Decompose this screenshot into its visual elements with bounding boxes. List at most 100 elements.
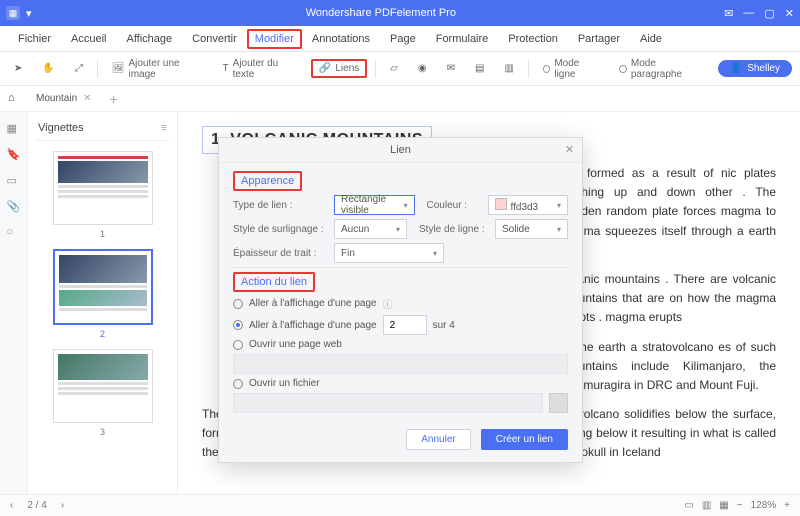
radio-goto-page[interactable] (233, 320, 243, 330)
mode-line-label: Mode ligne (554, 58, 599, 80)
add-text-label: Ajouter du texte (233, 58, 297, 80)
separator (375, 60, 376, 78)
pan-tool-icon[interactable]: ✋ (36, 60, 60, 77)
doc-paragraph: of the earth a stratovolcano es of such … (562, 338, 776, 396)
toolbar: ➤ ✋ ⤢ 🖼Ajouter une image T Ajouter du tex… (0, 52, 800, 86)
dialog-title: Lien (390, 144, 411, 156)
background-icon[interactable]: ✉ (441, 60, 461, 77)
page-thumbnail[interactable] (53, 151, 153, 225)
label-color: Couleur : (427, 200, 482, 211)
info-icon[interactable]: ⓘ (383, 296, 393, 311)
menu-formulaire[interactable]: Formulaire (426, 29, 499, 49)
link-type-select[interactable]: Rectangle visible▾ (334, 195, 415, 215)
radio-goto-view[interactable] (233, 299, 243, 309)
notif-icon[interactable]: ✉ (724, 7, 733, 20)
bookmarks-icon[interactable]: 🔖 (7, 148, 21, 162)
maximize-icon[interactable]: ▢ (764, 7, 774, 20)
menu-fichier[interactable]: Fichier (8, 29, 61, 49)
thumb-number: 2 (36, 329, 169, 339)
attachments-icon[interactable]: 📎 (7, 200, 21, 214)
label-line-style: Style de ligne : (419, 224, 489, 235)
home-icon[interactable]: ⌂ (8, 92, 22, 106)
color-value: ffd3d3 (511, 202, 539, 213)
tab-close-icon[interactable]: ✕ (83, 93, 91, 104)
label-link-type: Type de lien : (233, 200, 328, 211)
user-pill[interactable]: 👤Shelley (718, 60, 792, 77)
menu-partager[interactable]: Partager (568, 29, 630, 49)
search-panel-icon[interactable]: ○ (7, 226, 21, 240)
zoom-in-icon[interactable]: + (784, 500, 790, 511)
comments-icon[interactable]: ▭ (7, 174, 21, 188)
cancel-button[interactable]: Annuler (406, 429, 470, 450)
thumb-number: 1 (36, 229, 169, 239)
thumb-number: 3 (36, 427, 169, 437)
chevron-down-icon: ▾ (557, 225, 561, 234)
page-thumbnail[interactable] (53, 249, 153, 325)
web-url-input[interactable] (233, 354, 568, 374)
watermark-icon[interactable]: ◉ (412, 60, 433, 77)
app-title: Wondershare PDFelement Pro (38, 7, 725, 19)
browse-file-button[interactable] (549, 393, 568, 413)
crop-icon[interactable]: ▱ (384, 60, 404, 77)
mode-para-label: Mode paragraphe (631, 58, 704, 80)
viewmode-icon[interactable]: ▦ (719, 500, 728, 511)
line-style-select[interactable]: Solide ▾ (495, 219, 568, 239)
menu-affichage[interactable]: Affichage (116, 29, 182, 49)
mode-para-toggle[interactable]: Mode paragraphe (613, 55, 709, 83)
highlight-select[interactable]: Aucun▾ (334, 219, 407, 239)
footer-icon[interactable]: ▥ (498, 60, 519, 77)
thickness-select[interactable]: Fin▾ (334, 243, 444, 263)
menu-protection[interactable]: Protection (498, 29, 568, 49)
page-prev-icon[interactable]: ‹ (10, 500, 13, 511)
new-tab-button[interactable]: + (106, 91, 122, 107)
page-next-icon[interactable]: › (61, 500, 64, 511)
thumbnails-panel: Vignettes ≡ 1 2 3 (28, 112, 178, 494)
line-style-value: Solide (502, 224, 530, 235)
zoom-out-icon[interactable]: − (737, 500, 743, 511)
thumbnails-icon[interactable]: ▦ (7, 122, 21, 136)
page-number-input[interactable] (383, 315, 427, 335)
close-icon[interactable]: ✕ (785, 7, 794, 20)
menu-annotations[interactable]: Annotations (302, 29, 380, 49)
quicksave-icon[interactable]: ▾ (26, 7, 32, 20)
create-link-button[interactable]: Créer un lien (481, 429, 568, 450)
dialog-close-icon[interactable]: ✕ (565, 143, 574, 156)
menu-aide[interactable]: Aide (630, 29, 672, 49)
viewmode-icon[interactable]: ▭ (684, 500, 693, 511)
radio-open-file[interactable] (233, 379, 243, 389)
header-icon[interactable]: ▤ (469, 60, 490, 77)
radio-goto-page-label: Aller à l'affichage d'une page (249, 320, 377, 331)
links-button[interactable]: 🔗Liens (311, 59, 367, 78)
page-thumbnail[interactable] (53, 349, 153, 423)
titlebar: ▦ ▾ Wondershare PDFelement Pro ✉ — ▢ ✕ (0, 0, 800, 26)
zoom-tool-icon[interactable]: ⤢ (69, 60, 89, 77)
chevron-down-icon: ▾ (403, 201, 407, 210)
menu-convertir[interactable]: Convertir (182, 29, 247, 49)
color-select[interactable]: ffd3d3▾ (488, 195, 569, 215)
doc-tab[interactable]: Mountain ✕ (28, 91, 100, 106)
thumbnails-header: Vignettes (38, 122, 84, 134)
add-image-button[interactable]: 🖼Ajouter une image (106, 55, 209, 83)
link-type-value: Rectangle visible (341, 194, 403, 216)
section-action-header: Action du lien (233, 272, 315, 292)
section-appearance-header: Apparence (233, 171, 302, 191)
select-tool-icon[interactable]: ➤ (8, 60, 28, 77)
radio-goto-view-label: Aller à l'affichage d'une page (249, 298, 377, 309)
add-text-button[interactable]: T Ajouter du texte (217, 55, 303, 83)
thumbnails-menu-icon[interactable]: ≡ (161, 122, 167, 134)
doc-tab-label: Mountain (36, 93, 77, 104)
text-icon: T (223, 63, 229, 74)
radio-open-web-label: Ouvrir une page web (249, 339, 342, 350)
minimize-icon[interactable]: — (743, 7, 754, 19)
image-icon: 🖼 (112, 63, 125, 74)
menu-page[interactable]: Page (380, 29, 426, 49)
zoom-level: 128% (751, 500, 777, 511)
viewmode-icon[interactable]: ▥ (702, 500, 711, 511)
label-highlight: Style de surlignage : (233, 224, 328, 235)
menu-modifier[interactable]: Modifier (247, 29, 302, 49)
thickness-value: Fin (341, 248, 355, 259)
file-path-input[interactable] (233, 393, 543, 413)
menu-accueil[interactable]: Accueil (61, 29, 116, 49)
radio-open-web[interactable] (233, 340, 243, 350)
mode-line-toggle[interactable]: Mode ligne (537, 55, 606, 83)
